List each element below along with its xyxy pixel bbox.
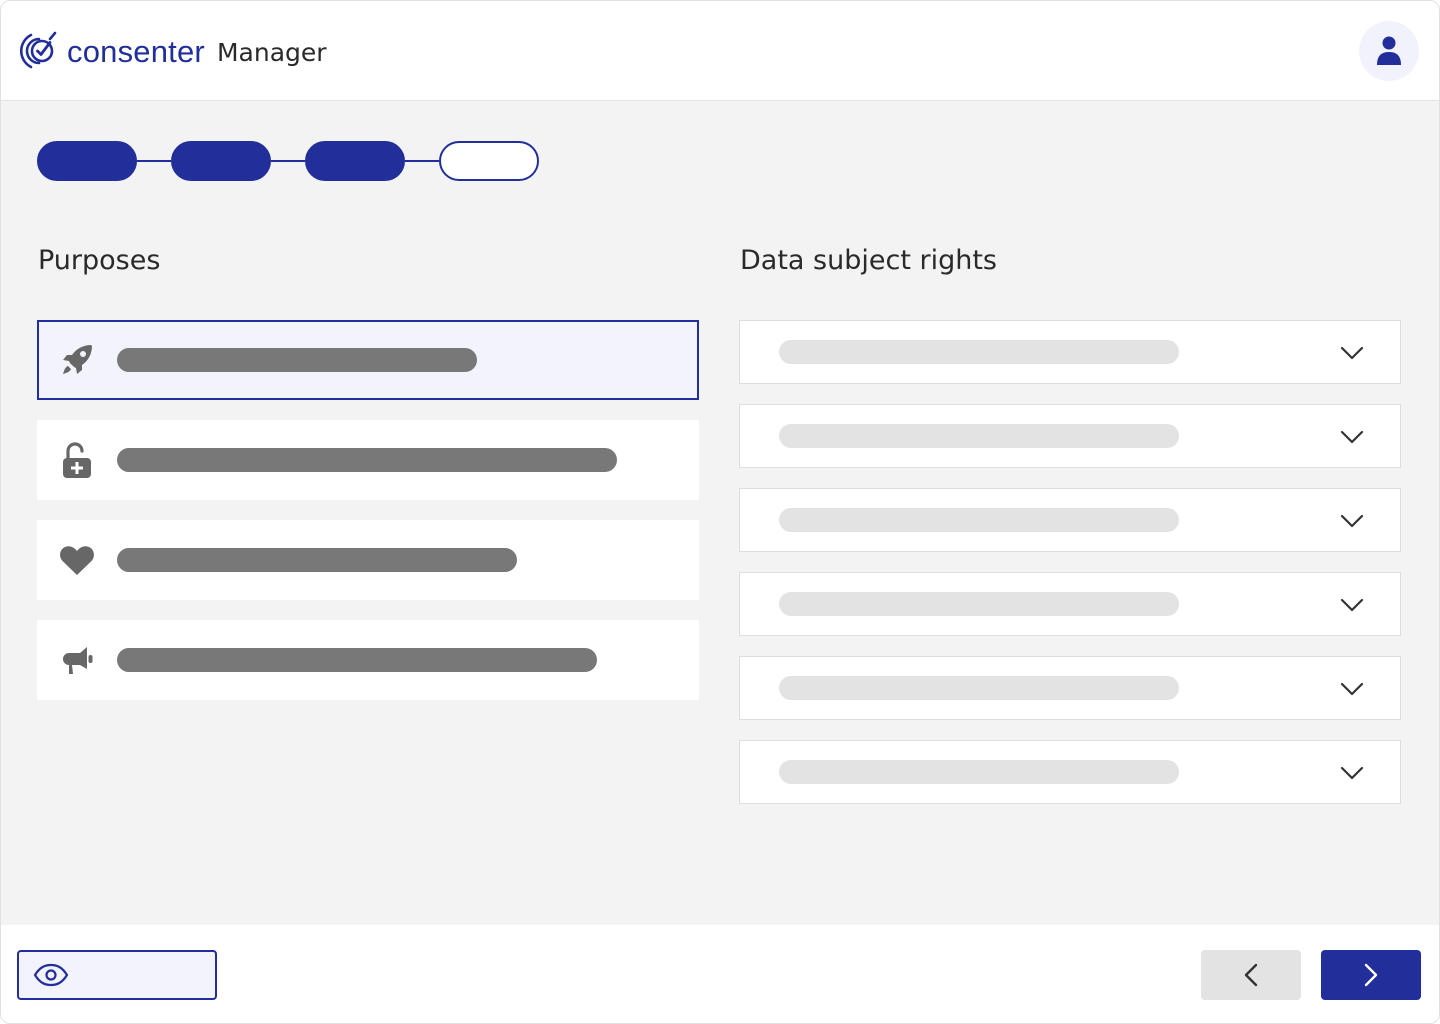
rights-accordion-item[interactable]: [739, 572, 1401, 636]
purpose-label-placeholder: [117, 548, 517, 572]
user-icon: [1377, 36, 1401, 65]
rights-accordion-item[interactable]: [739, 740, 1401, 804]
purpose-item[interactable]: [37, 520, 699, 600]
back-button[interactable]: [1201, 950, 1301, 1000]
footer-bar: [1, 925, 1439, 1023]
right-label-placeholder: [779, 592, 1179, 616]
purposes-heading: Purposes: [38, 245, 161, 276]
purpose-label-placeholder: [117, 648, 597, 672]
preview-button[interactable]: [17, 950, 217, 1000]
chevron-down-icon: [1340, 514, 1364, 528]
chevron-down-icon: [1340, 682, 1364, 696]
right-label-placeholder: [779, 760, 1179, 784]
step-1[interactable]: [37, 141, 137, 181]
heart-icon: [59, 540, 95, 580]
progress-stepper: [37, 141, 539, 181]
right-label-placeholder: [779, 340, 1179, 364]
rights-heading: Data subject rights: [740, 245, 998, 276]
purpose-item[interactable]: [37, 320, 699, 400]
top-bar: consenter Manager: [1, 1, 1439, 101]
step-2[interactable]: [171, 141, 271, 181]
logo-mark-icon: [19, 31, 57, 69]
product-name: Manager: [216, 37, 327, 67]
step-3[interactable]: [305, 141, 405, 181]
eye-icon: [33, 963, 69, 987]
purpose-item[interactable]: [37, 620, 699, 700]
purpose-label-placeholder: [117, 448, 617, 472]
chevron-down-icon: [1340, 346, 1364, 360]
unlock-plus-icon: [59, 440, 95, 480]
right-label-placeholder: [779, 676, 1179, 700]
chevron-right-icon: [1364, 963, 1378, 987]
chevron-down-icon: [1340, 430, 1364, 444]
step-connector: [271, 160, 305, 162]
rocket-icon: [59, 340, 95, 380]
rights-accordion-item[interactable]: [739, 320, 1401, 384]
rights-accordion-item[interactable]: [739, 404, 1401, 468]
brand-name: consenter: [67, 33, 205, 69]
user-menu-button[interactable]: [1359, 21, 1419, 81]
chevron-left-icon: [1244, 963, 1258, 987]
chevron-down-icon: [1340, 766, 1364, 780]
step-4[interactable]: [439, 141, 539, 181]
purpose-item[interactable]: [37, 420, 699, 500]
rights-accordion-item[interactable]: [739, 488, 1401, 552]
chevron-down-icon: [1340, 598, 1364, 612]
next-button[interactable]: [1321, 950, 1421, 1000]
purpose-label-placeholder: [117, 348, 477, 372]
step-connector: [405, 160, 439, 162]
app-window: consenter Manager Purposes Data subject …: [0, 0, 1440, 1024]
megaphone-icon: [59, 640, 95, 680]
step-connector: [137, 160, 171, 162]
right-label-placeholder: [779, 508, 1179, 532]
logo: consenter Manager: [15, 27, 327, 75]
right-label-placeholder: [779, 424, 1179, 448]
rights-accordion-item[interactable]: [739, 656, 1401, 720]
